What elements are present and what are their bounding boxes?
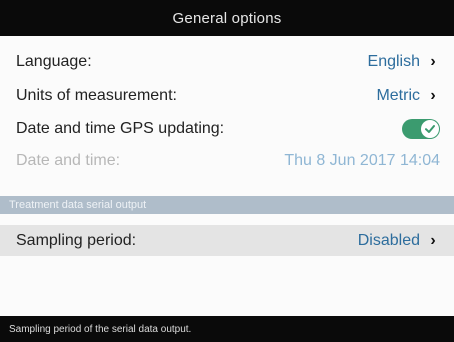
check-icon (425, 125, 435, 133)
language-value: English (367, 53, 420, 70)
datetime-row: Date and time: Thu 8 Jun 2017 14:04 (0, 146, 454, 176)
toggle-knob (421, 120, 439, 138)
chevron-right-icon: › (430, 87, 436, 104)
status-hint: Sampling period of the serial data outpu… (0, 316, 454, 342)
sampling-period-row[interactable]: Sampling period: Disabled › (0, 225, 454, 256)
sampling-period-value: Disabled (357, 231, 420, 249)
sampling-period-label: Sampling period: (16, 231, 137, 249)
section-header: Treatment data serial output (0, 196, 454, 214)
units-value: Metric (376, 87, 420, 104)
screen-title: General options (0, 0, 454, 36)
gps-update-row: Date and time GPS updating: (0, 114, 454, 144)
datetime-label: Date and time: (16, 152, 121, 169)
datetime-value: Thu 8 Jun 2017 14:04 (284, 152, 440, 169)
chevron-right-icon: › (430, 53, 436, 70)
units-label: Units of measurement: (16, 87, 177, 104)
language-row[interactable]: Language: English › (0, 47, 454, 77)
units-row[interactable]: Units of measurement: Metric › (0, 81, 454, 111)
gps-update-label: Date and time GPS updating: (16, 120, 225, 137)
general-options-screen: General options Language: English › Unit… (0, 0, 454, 342)
chevron-right-icon: › (430, 231, 436, 249)
gps-update-toggle[interactable] (402, 119, 440, 139)
language-label: Language: (16, 53, 92, 70)
